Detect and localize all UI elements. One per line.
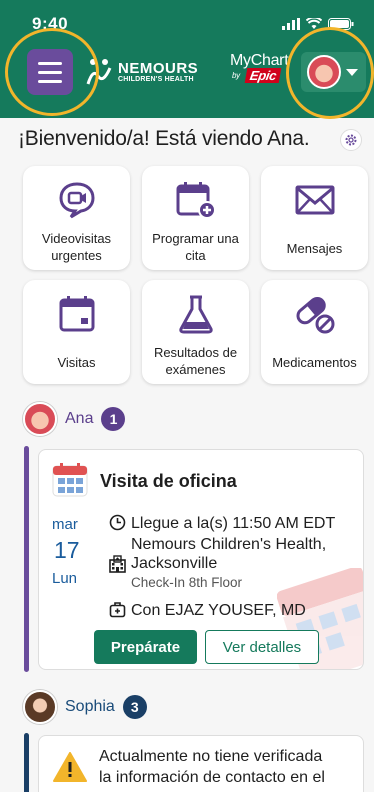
patient-accent-bar: [24, 733, 29, 792]
count-badge: 3: [122, 695, 147, 719]
calendar-color-icon: [52, 463, 88, 497]
tile-mensajes[interactable]: Mensajes: [261, 166, 368, 270]
alert-message: Actualmente no tiene verificada la infor…: [99, 746, 359, 788]
medical-bag-icon: [109, 602, 126, 618]
avatar: [23, 690, 57, 724]
date-weekday: Lun: [52, 570, 78, 587]
gear-icon: [345, 134, 357, 146]
signal-icon: [282, 18, 300, 30]
clock-icon: [109, 514, 126, 531]
warning-icon: [53, 752, 87, 782]
tile-videovisitas[interactable]: Videovisitas urgentes: [23, 166, 130, 270]
avatar: [23, 402, 57, 436]
brand-name: NEMOURS: [118, 60, 199, 77]
view-details-button[interactable]: Ver detalles: [205, 630, 319, 664]
contact-verification-alert[interactable]: Actualmente no tiene verificada la infor…: [38, 735, 364, 792]
appointment-card[interactable]: Visita de oficina mar 17 Lun Llegue a la…: [38, 449, 364, 670]
location-line-2: Jacksonville: [131, 555, 218, 572]
tile-label: Resultados de exámenes: [153, 345, 238, 377]
count-badge: 1: [101, 407, 126, 431]
location-line-1: Nemours Children's Health,: [131, 536, 327, 553]
hospital-icon: [109, 555, 126, 573]
alert-line-1: Actualmente no tiene verificada: [99, 748, 323, 765]
tile-label: Visitas: [57, 355, 96, 370]
calendar-icon: [59, 296, 94, 332]
settings-button[interactable]: [340, 129, 362, 151]
envelope-icon: [295, 185, 334, 215]
welcome-message: ¡Bienvenido/a! Está viendo Ana.: [18, 127, 310, 150]
epic-badge: Epic: [244, 68, 282, 83]
appointment-title: Visita de oficina: [100, 471, 237, 491]
prepare-button[interactable]: Prepárate: [94, 630, 197, 664]
arrival-time: Llegue a la(s) 11:50 AM EDT: [131, 515, 336, 532]
checkin-note: Check-In 8th Floor: [131, 575, 243, 590]
location-row: Nemours Children's Health, Jacksonville …: [109, 535, 326, 592]
alert-line-2: la información de contacto en el: [99, 769, 325, 786]
provider-row: Con EJAZ YOUSEF, MD: [109, 601, 306, 623]
tile-label: Programar una cita: [152, 231, 239, 263]
patient-name: Sophia: [65, 698, 115, 715]
video-chat-icon: [58, 182, 95, 219]
tile-resultados[interactable]: Resultados de exámenes: [142, 280, 249, 384]
provider-name: Con EJAZ YOUSEF, MD: [131, 602, 306, 619]
mychart-text: MyChart: [230, 52, 289, 69]
pill-icon: [295, 296, 334, 334]
tile-label: Medicamentos: [272, 355, 357, 370]
arrival-time-row: Llegue a la(s) 11:50 AM EDT: [109, 514, 335, 536]
highlight-ring-menu: [5, 28, 99, 116]
calendar-add-icon: [176, 182, 216, 219]
flask-icon: [178, 295, 213, 334]
tile-label: Videovisitas urgentes: [41, 231, 112, 263]
tile-medicamentos[interactable]: Medicamentos: [261, 280, 368, 384]
tile-visitas[interactable]: Visitas: [23, 280, 130, 384]
patient-accent-bar: [24, 446, 29, 672]
highlight-ring-account: [286, 27, 374, 119]
patient-header-sophia[interactable]: Sophia 3: [23, 690, 147, 724]
patient-name: Ana: [65, 410, 94, 427]
mychart-logo: MyChart by Epic: [230, 52, 289, 83]
tile-label: Mensajes: [286, 241, 343, 256]
nemours-logo: NEMOURS CHILDREN'S HEALTH: [84, 58, 198, 86]
date-day: 17: [54, 537, 80, 563]
date-month: mar: [52, 516, 78, 533]
patient-header-ana[interactable]: Ana 1: [23, 402, 126, 436]
tile-programar-cita[interactable]: Programar una cita: [142, 166, 249, 270]
brand-subtitle: CHILDREN'S HEALTH: [118, 76, 194, 83]
mychart-by: by: [232, 71, 240, 80]
